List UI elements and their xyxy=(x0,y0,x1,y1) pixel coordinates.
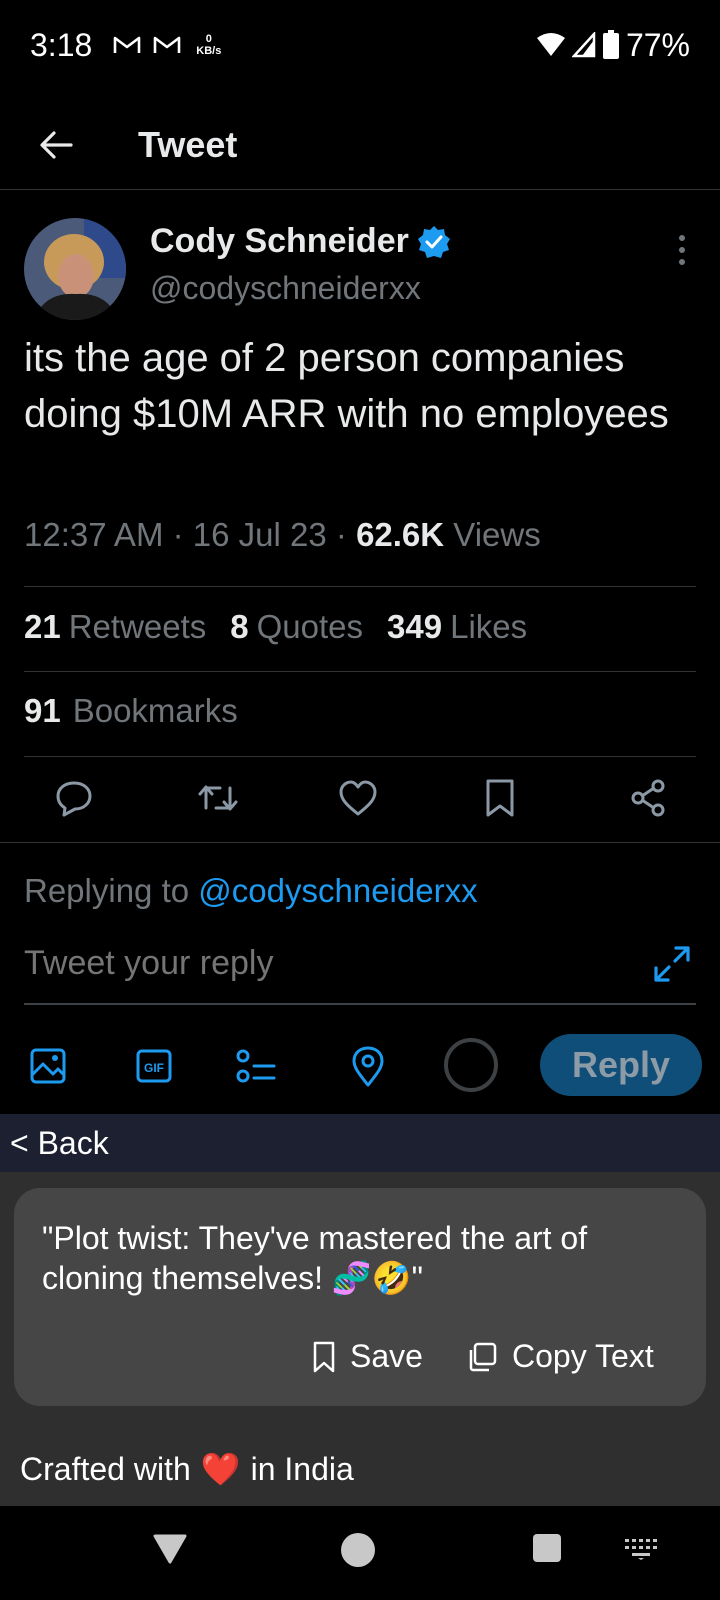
reply-button[interactable]: Reply xyxy=(540,1034,702,1096)
heart-emoji: ❤️ xyxy=(200,1451,241,1487)
bookmarks-stat[interactable]: 91 Bookmarks xyxy=(24,692,238,730)
page-title: Tweet xyxy=(138,123,238,165)
bookmarks-count: 91 xyxy=(24,692,61,729)
retweets-stat[interactable]: 21 Retweets xyxy=(24,608,206,646)
like-icon[interactable] xyxy=(336,776,380,820)
network-speed-value: 0 xyxy=(205,33,212,45)
author-name[interactable]: Cody Schneider xyxy=(150,222,409,261)
replying-prefix: Replying to xyxy=(24,872,190,909)
retweet-icon[interactable] xyxy=(196,776,240,820)
crafted-footer: Crafted with ❤️ in India xyxy=(20,1450,354,1488)
likes-stat[interactable]: 349 Likes xyxy=(387,608,527,646)
status-time: 3:18 xyxy=(30,26,93,63)
engagement-stats: 21 Retweets 8 Quotes 349 Likes xyxy=(24,608,527,646)
system-nav-bar xyxy=(0,1506,720,1600)
crafted-prefix: Crafted with xyxy=(20,1450,191,1487)
suggestion-card: "Plot twist: They've mastered the art of… xyxy=(14,1188,706,1406)
meta-separator: · xyxy=(172,516,184,553)
recents-square-icon[interactable] xyxy=(532,1532,562,1564)
verified-badge-icon xyxy=(417,225,450,258)
tweet-text: its the age of 2 person companies doing … xyxy=(24,336,669,436)
compose-toolbar: GIF Reply xyxy=(0,1034,720,1098)
retweets-label: Retweets xyxy=(68,608,207,645)
likes-label: Likes xyxy=(450,608,528,645)
back-triangle-icon[interactable] xyxy=(152,1532,188,1566)
crafted-suffix: in India xyxy=(250,1450,354,1487)
bookmarks-label: Bookmarks xyxy=(72,692,238,729)
likes-count: 349 xyxy=(387,608,443,645)
keyboard-icon[interactable] xyxy=(624,1538,658,1560)
battery-percent: 77% xyxy=(625,26,690,63)
divider xyxy=(24,586,696,587)
image-icon[interactable] xyxy=(26,1044,70,1088)
expand-icon[interactable] xyxy=(652,944,692,984)
divider xyxy=(24,671,696,672)
network-speed: 0 KB/s xyxy=(196,33,221,57)
copy-icon xyxy=(469,1342,497,1371)
quotes-count: 8 xyxy=(230,608,249,645)
battery-icon xyxy=(602,30,619,59)
bookmark-outline-icon xyxy=(313,1341,335,1372)
suggestion-text[interactable]: "Plot twist: They've mastered the art of… xyxy=(42,1218,662,1298)
share-icon[interactable] xyxy=(626,776,670,820)
tweet-time: 12:37 AM xyxy=(24,516,164,553)
tweet-metadata: 12:37 AM · 16 Jul 23 · 62.6K Views xyxy=(24,516,541,554)
location-icon[interactable] xyxy=(346,1044,390,1088)
gmail-icon xyxy=(113,36,141,53)
svg-text:GIF: GIF xyxy=(144,1061,164,1075)
replying-handle-link[interactable]: @codyschneiderxx xyxy=(198,872,477,909)
back-arrow-icon[interactable] xyxy=(32,121,80,169)
divider xyxy=(0,842,720,843)
keyboard-suggestion-panel: < Back "Plot twist: They've mastered the… xyxy=(0,1114,720,1506)
gmail-icon xyxy=(153,36,181,53)
app-bar: Tweet xyxy=(0,100,720,190)
author-handle[interactable]: @codyschneiderxx xyxy=(150,270,421,307)
copy-text-button[interactable]: Copy Text xyxy=(466,1338,654,1375)
status-bar: 3:18 0 KB/s 77% xyxy=(0,0,720,90)
retweets-count: 21 xyxy=(24,608,61,645)
views-count: 62.6K xyxy=(356,516,445,553)
views-label[interactable]: Views xyxy=(453,516,540,553)
quotes-label: Quotes xyxy=(256,608,364,645)
copy-label: Copy Text xyxy=(512,1338,654,1374)
divider xyxy=(24,756,696,757)
signal-icon xyxy=(571,32,596,58)
replying-to: Replying to @codyschneiderxx xyxy=(24,872,478,910)
character-count-circle xyxy=(444,1038,498,1092)
panel-back-button[interactable]: < Back xyxy=(0,1114,720,1172)
reply-icon[interactable] xyxy=(52,776,96,820)
tweet-author: Cody Schneider @codyschneiderxx xyxy=(24,218,696,320)
reply-input[interactable] xyxy=(24,944,624,983)
tweet-date: 16 Jul 23 xyxy=(192,516,327,553)
bookmark-icon[interactable] xyxy=(478,776,522,820)
meta-separator: · xyxy=(335,516,347,553)
network-speed-unit: KB/s xyxy=(196,45,222,57)
avatar[interactable] xyxy=(24,218,126,320)
save-button[interactable]: Save xyxy=(312,1338,423,1375)
poll-icon[interactable] xyxy=(234,1044,278,1088)
reply-input-underline xyxy=(24,1003,696,1005)
more-options-icon[interactable] xyxy=(670,230,694,270)
gif-icon[interactable]: GIF xyxy=(132,1044,176,1088)
home-circle-icon[interactable] xyxy=(340,1532,376,1568)
save-label: Save xyxy=(350,1338,423,1374)
tweet-actions xyxy=(0,776,720,836)
quotes-stat[interactable]: 8 Quotes xyxy=(230,608,363,646)
wifi-icon xyxy=(536,33,565,56)
